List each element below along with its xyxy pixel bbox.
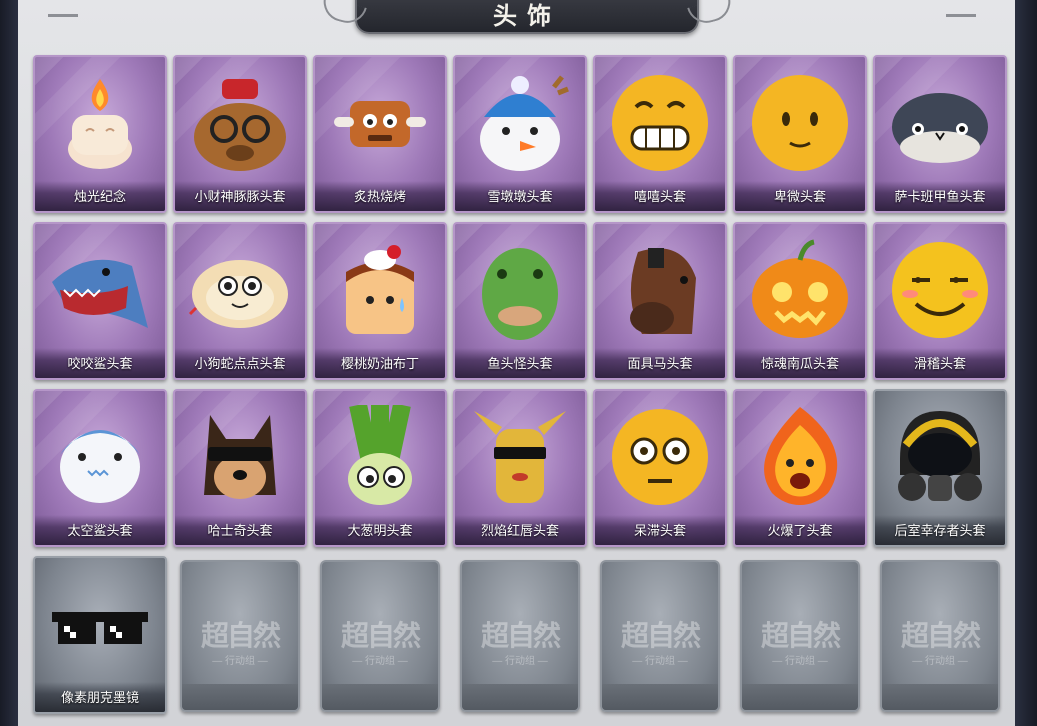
headwear-item-label: 烛光纪念 xyxy=(35,181,165,211)
headwear-item-card[interactable]: 萨卡班甲鱼头套 xyxy=(873,55,1007,213)
headwear-item-label: 面具马头套 xyxy=(595,348,725,378)
yellow-mouse-sunglasses-icon xyxy=(474,411,566,503)
headwear-item-label: 太空鲨头套 xyxy=(35,515,165,545)
headwear-item-card[interactable]: 像素朋克墨镜 xyxy=(33,556,167,714)
watermark-sub: — 行动组 — xyxy=(772,656,828,667)
watermark-sub: — 行动组 — xyxy=(632,656,688,667)
headwear-item-card[interactable]: 鱼头怪头套 xyxy=(453,222,587,380)
headwear-item-label: 鱼头怪头套 xyxy=(455,348,585,378)
sacabambaspis-fish-icon xyxy=(892,93,988,163)
headwear-item-card[interactable]: 呆滞头套 xyxy=(593,389,727,547)
headwear-item-label: 咬咬鲨头套 xyxy=(35,348,165,378)
headwear-item-label: 火爆了头套 xyxy=(735,515,865,545)
headwear-item-card[interactable]: 炙热烧烤 xyxy=(313,55,447,213)
jack-o-lantern-icon xyxy=(752,239,848,338)
headwear-item-card[interactable]: 烈焰红唇头套 xyxy=(453,389,587,547)
headwear-item-card[interactable]: 哈士奇头套 xyxy=(173,389,307,547)
headwear-item-card[interactable]: 后室幸存者头套 xyxy=(873,389,1007,547)
headwear-item-label: 烈焰红唇头套 xyxy=(455,515,585,545)
fish-head-monster-icon xyxy=(482,248,558,340)
headwear-item-label: 萨卡班甲鱼头套 xyxy=(875,181,1005,211)
watermark-sub: — 行动组 — xyxy=(352,656,408,667)
headwear-item-label: 惊魂南瓜头套 xyxy=(735,348,865,378)
fire-spirit-icon xyxy=(764,407,838,505)
headwear-item-label: 小财神豚豚头套 xyxy=(175,181,305,211)
headwear-item-label: 雪墩墩头套 xyxy=(455,181,585,211)
headwear-item-label: 炙热烧烤 xyxy=(315,181,445,211)
headwear-item-card[interactable]: 太空鲨头套 xyxy=(33,389,167,547)
headwear-item-label: 后室幸存者头套 xyxy=(875,515,1005,545)
green-onion-icon xyxy=(348,405,412,505)
headwear-item-label: 樱桃奶油布丁 xyxy=(315,348,445,378)
slot-base xyxy=(182,684,298,710)
empty-headwear-slot[interactable]: 超自然 — 行动组 — xyxy=(460,560,580,712)
grinning-emoji-icon xyxy=(612,75,708,171)
headwear-item-card[interactable]: 咬咬鲨头套 xyxy=(33,222,167,380)
watermark-logo: 超自然 xyxy=(340,619,421,652)
grilled-meat-icon xyxy=(334,101,426,147)
section-title-plate: 头饰 xyxy=(319,0,735,34)
headwear-item-label: 大葱明头套 xyxy=(315,515,445,545)
husky-sunglasses-icon xyxy=(204,415,276,499)
slot-base xyxy=(462,684,578,710)
headwear-item-card[interactable]: 大葱明头套 xyxy=(313,389,447,547)
smirk-emoji-icon xyxy=(892,242,988,338)
watermark-logo: 超自然 xyxy=(760,619,841,652)
headwear-item-label: 哈士奇头套 xyxy=(175,515,305,545)
capybara-god-of-wealth-icon xyxy=(194,79,286,171)
candle-icon xyxy=(68,79,132,169)
corner-ornament xyxy=(946,0,976,17)
empty-headwear-slot[interactable]: 超自然 — 行动组 — xyxy=(600,560,720,712)
headwear-item-label: 嘻嘻头套 xyxy=(595,181,725,211)
watermark-sub: — 行动组 — xyxy=(212,656,268,667)
section-title: 头饰 xyxy=(493,1,561,30)
headwear-item-card[interactable]: 小财神豚豚头套 xyxy=(173,55,307,213)
watermark-logo: 超自然 xyxy=(900,619,981,652)
headwear-grid: 烛光纪念 小财神豚豚头套 炙热烧烤 雪墩墩头套 嘻嘻头套 卑微头套 萨卡班甲鱼头套咬咬鲨头套… xyxy=(33,55,1007,714)
headwear-item-label: 小狗蛇点点头套 xyxy=(175,348,305,378)
watermark-logo: 超自然 xyxy=(480,619,561,652)
watermark-logo: 超自然 xyxy=(620,619,701,652)
headwear-item-card[interactable]: 小狗蛇点点头套 xyxy=(173,222,307,380)
gas-mask-helmet-icon xyxy=(898,411,982,501)
humble-emoji-icon xyxy=(752,75,848,171)
headwear-item-card[interactable]: 面具马头套 xyxy=(593,222,727,380)
headwear-item-label: 滑稽头套 xyxy=(875,348,1005,378)
headwear-item-card[interactable]: 樱桃奶油布丁 xyxy=(313,222,447,380)
headwear-item-card[interactable]: 嘻嘻头套 xyxy=(593,55,727,213)
cute-snake-icon xyxy=(188,260,288,328)
right-border xyxy=(1015,0,1037,726)
headwear-item-label: 呆滞头套 xyxy=(595,515,725,545)
headwear-item-card[interactable]: 烛光纪念 xyxy=(33,55,167,213)
headwear-item-label: 卑微头套 xyxy=(735,181,865,211)
watermark-sub: — 行动组 — xyxy=(912,656,968,667)
watermark-sub: — 行动组 — xyxy=(492,656,548,667)
space-shark-icon xyxy=(60,430,140,503)
horse-mask-icon xyxy=(630,248,696,334)
cherry-pudding-icon xyxy=(346,245,414,334)
slot-base xyxy=(602,684,718,710)
slot-base xyxy=(742,684,858,710)
headwear-item-card[interactable]: 卑微头套 xyxy=(733,55,867,213)
pixel-sunglasses-icon xyxy=(52,612,148,644)
slot-base xyxy=(322,684,438,710)
biting-shark-icon xyxy=(52,259,148,328)
empty-headwear-slot[interactable]: 超自然 — 行动组 — xyxy=(740,560,860,712)
watermark-logo: 超自然 xyxy=(200,619,281,652)
dazed-emoji-icon xyxy=(612,409,708,505)
headwear-item-card[interactable]: 火爆了头套 xyxy=(733,389,867,547)
headwear-item-label: 像素朋克墨镜 xyxy=(35,682,165,712)
corner-ornament xyxy=(48,0,78,17)
slot-base xyxy=(882,684,998,710)
empty-headwear-slot[interactable]: 超自然 — 行动组 — xyxy=(320,560,440,712)
headwear-item-card[interactable]: 滑稽头套 xyxy=(873,222,1007,380)
snowman-reindeer-icon xyxy=(480,75,569,171)
headwear-item-card[interactable]: 雪墩墩头套 xyxy=(453,55,587,213)
headwear-item-card[interactable]: 惊魂南瓜头套 xyxy=(733,222,867,380)
empty-headwear-slot[interactable]: 超自然 — 行动组 — xyxy=(880,560,1000,712)
left-border xyxy=(0,0,18,726)
empty-headwear-slot[interactable]: 超自然 — 行动组 — xyxy=(180,560,300,712)
